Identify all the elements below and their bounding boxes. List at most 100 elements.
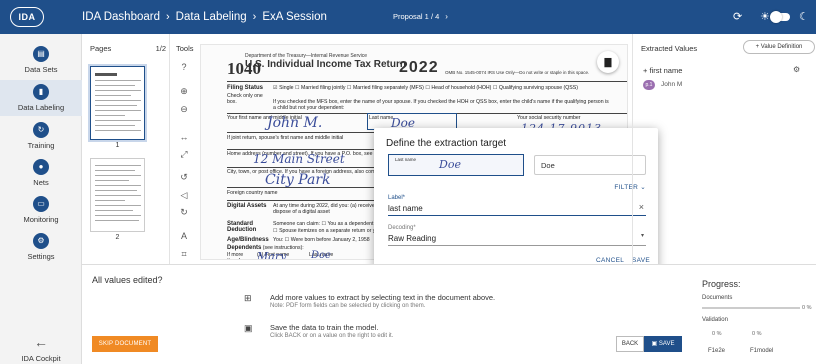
handwritten-first-name[interactable]: John M. bbox=[267, 115, 322, 131]
skip-document-button[interactable]: SKIP DOCUMENT bbox=[92, 336, 158, 352]
add-selection-icon: ⊞ bbox=[244, 293, 252, 303]
text-select-icon[interactable]: A bbox=[177, 231, 191, 241]
sidebar-item-label: Data Labeling bbox=[17, 103, 65, 112]
sun-icon[interactable]: ☀ bbox=[760, 10, 770, 23]
validation-percent-1: 0 % bbox=[712, 331, 722, 337]
page-counter: 1/2 bbox=[155, 44, 166, 53]
extracted-item-first-name[interactable]: + first name bbox=[643, 66, 682, 75]
sidebar-item-settings[interactable]: ⚙ Settings bbox=[0, 229, 82, 265]
age-blindness-label: Age/Blindness bbox=[227, 237, 269, 243]
documents-progress-bar bbox=[702, 307, 800, 309]
digital-assets-label: Digital Assets bbox=[227, 203, 267, 209]
crop-label: Last name bbox=[395, 157, 417, 162]
validation-percent-2: 0 % bbox=[752, 331, 762, 337]
sidebar-item-training[interactable]: ↻ Training bbox=[0, 118, 82, 154]
progress-title: Progress: bbox=[702, 279, 741, 289]
arrow-left-icon[interactable]: ← bbox=[0, 334, 82, 350]
page-thumbnail[interactable] bbox=[90, 158, 145, 232]
extraction-dialog: Define the extraction target Last name D… bbox=[374, 128, 658, 272]
handwritten-city[interactable]: City Park bbox=[265, 172, 331, 188]
sidebar-item-data-labeling[interactable]: ▮ Data Labeling bbox=[0, 80, 82, 116]
fit-width-icon[interactable]: ↔ bbox=[177, 132, 191, 142]
cockpit-link[interactable]: ← IDA Cockpit bbox=[0, 334, 82, 363]
chevron-right-icon: › bbox=[166, 11, 170, 23]
moon-icon[interactable]: ☾ bbox=[799, 10, 809, 23]
f1-e2e-label: F1e2e bbox=[708, 348, 726, 354]
back-button[interactable]: BACK bbox=[616, 336, 644, 352]
form-omb: OMB No. 1545-0074 IRS Use Only—Do not wr… bbox=[445, 70, 590, 75]
ida-logo[interactable]: IDA bbox=[10, 7, 44, 27]
bottom-panel: All values edited? ⊞ Add more values to … bbox=[82, 264, 816, 364]
page-number: 1 bbox=[115, 142, 120, 149]
check-only-note: Check only one box. bbox=[227, 93, 263, 105]
rotate-icon[interactable]: ↺ bbox=[177, 172, 191, 183]
save-icon: ▣ bbox=[244, 323, 253, 333]
detected-text-field[interactable]: Doe bbox=[534, 155, 646, 175]
bottom-title: All values edited? bbox=[92, 275, 163, 285]
filing-status-label: Filing Status bbox=[227, 85, 263, 91]
chart-icon: ▭ bbox=[33, 196, 49, 212]
form-year: 2022 bbox=[399, 59, 439, 76]
handwritten-dependent-last[interactable]: Doe bbox=[311, 250, 331, 259]
extracted-title: Extracted Values bbox=[641, 44, 698, 53]
chevron-right-icon[interactable]: › bbox=[445, 12, 448, 21]
handwritten-address[interactable]: 12 Main Street bbox=[253, 152, 345, 166]
file-icon: ▇ bbox=[604, 57, 612, 67]
help-icon[interactable]: ? bbox=[177, 62, 191, 72]
breadcrumb-data-labeling[interactable]: Data Labeling bbox=[176, 11, 247, 23]
document-menu-button[interactable]: ▇ bbox=[597, 51, 619, 73]
pages-panel: Pages 1/2 1 2 bbox=[82, 34, 170, 264]
documents-label: Documents bbox=[702, 295, 733, 301]
decoding-select[interactable]: Raw Reading bbox=[388, 234, 646, 243]
foreign-country-label: Foreign country name bbox=[227, 190, 278, 196]
page-chip[interactable]: p.1 bbox=[643, 80, 655, 90]
crop-icon[interactable]: ⌗ bbox=[177, 249, 191, 260]
zoom-out-icon[interactable]: ⊖ bbox=[177, 104, 191, 115]
dialog-title: Define the extraction target bbox=[386, 138, 507, 149]
hint-main: Add more values to extract by selecting … bbox=[270, 293, 496, 302]
hint-sub: Note: PDF form fields can be selected by… bbox=[270, 303, 426, 309]
sidebar-item-monitoring[interactable]: ▭ Monitoring bbox=[0, 192, 82, 228]
fit-page-icon[interactable]: ⤢ bbox=[177, 149, 191, 160]
label-input[interactable]: last name bbox=[388, 204, 646, 213]
save-button[interactable]: ▣ SAVE bbox=[644, 336, 682, 352]
sidebar-item-data-sets[interactable]: ▤ Data Sets bbox=[0, 42, 82, 78]
value-definition-button[interactable]: + Value Definition bbox=[743, 40, 815, 54]
zoom-in-icon[interactable]: ⊕ bbox=[177, 86, 191, 97]
reset-icon[interactable]: ↻ bbox=[177, 207, 191, 218]
pointer-icon[interactable]: ◁ bbox=[177, 190, 191, 201]
age-text: You: ☐ Were born before January 2, 1958 bbox=[273, 237, 370, 243]
sidebar-item-label: Training bbox=[27, 141, 55, 150]
sidebar-item-nets[interactable]: ● Nets bbox=[0, 155, 82, 191]
gear-icon[interactable]: ⚙ bbox=[793, 65, 800, 74]
sidebar-item-label: Nets bbox=[33, 178, 49, 187]
tools-title: Tools bbox=[176, 44, 194, 53]
joint-return-label: If joint return, spouse's first name and… bbox=[227, 135, 344, 141]
hint-main: Save the data to train the model. bbox=[270, 323, 379, 332]
documents-percent: 0 % bbox=[802, 305, 812, 311]
mfs-note: If you checked the MFS box, enter the na… bbox=[273, 99, 609, 111]
refresh-icon[interactable]: ⟳ bbox=[733, 10, 742, 23]
pages-title: Pages bbox=[90, 44, 112, 53]
network-icon: ● bbox=[33, 159, 49, 175]
cockpit-label: IDA Cockpit bbox=[21, 354, 61, 363]
page-thumbnail[interactable] bbox=[90, 66, 145, 140]
page-number: 2 bbox=[115, 234, 120, 241]
breadcrumb-dashboard[interactable]: IDA Dashboard bbox=[82, 11, 160, 23]
sidebar-item-label: Monitoring bbox=[23, 215, 59, 224]
f1-model-label: F1model bbox=[750, 348, 774, 354]
breadcrumb-session: ExA Session bbox=[262, 11, 327, 23]
standard-deduction-text: Someone can claim: ☐ You as a dependent bbox=[273, 221, 374, 227]
proposal-label: Proposal 1 / 4 bbox=[393, 12, 440, 21]
selection-preview: Last name Doe bbox=[388, 154, 524, 176]
proposal-indicator: Proposal 1 / 4 › bbox=[393, 0, 448, 34]
tools-panel: Tools ? ⊕ ⊖ ↔ ⤢ ↺ ◁ ↻ A ⌗ bbox=[170, 34, 198, 264]
cancel-button[interactable]: CANCEL bbox=[596, 257, 624, 264]
validation-label: Validation bbox=[702, 317, 728, 323]
handwritten-dependent-first[interactable]: Mary bbox=[257, 250, 286, 259]
hint-sub: Click BACK or on a value on the right to… bbox=[270, 333, 394, 339]
theme-toggle[interactable] bbox=[770, 11, 790, 23]
sidebar-item-label: Data Sets bbox=[24, 65, 58, 74]
progress-panel: Progress: Documents 0 % Validation 0 % 0… bbox=[702, 279, 812, 354]
extracted-value[interactable]: John M bbox=[661, 81, 682, 88]
